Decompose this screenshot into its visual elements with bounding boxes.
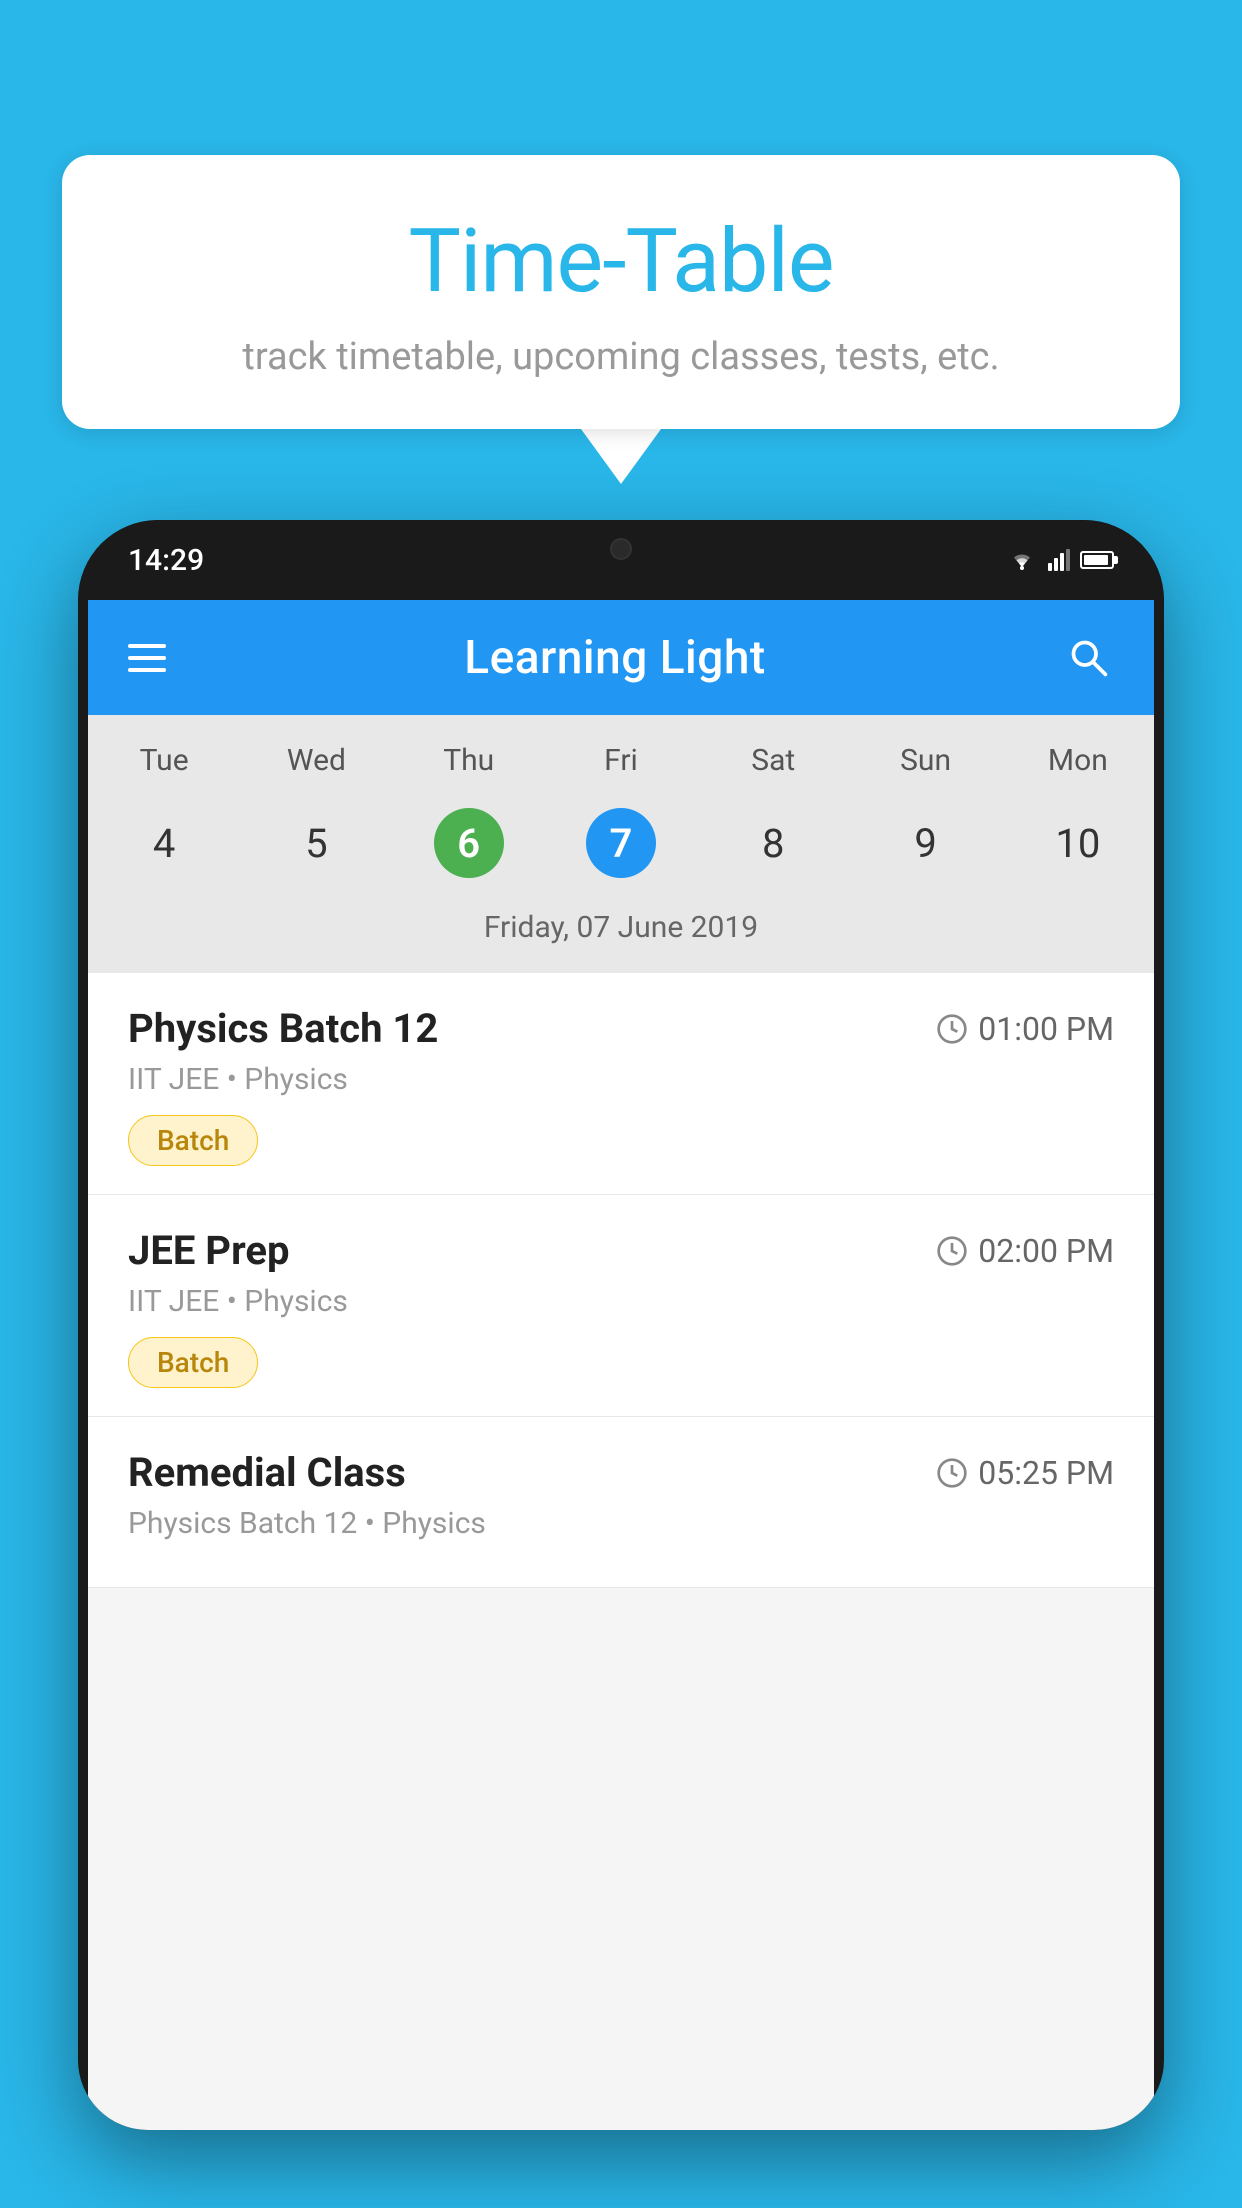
phone-status-icons (1006, 549, 1114, 571)
calendar-date-circle-6: 6 (434, 808, 504, 878)
calendar-date-4[interactable]: 4 (88, 796, 240, 890)
calendar-date-9[interactable]: 9 (849, 796, 1001, 890)
calendar-current-date-label: Friday, 07 June 2019 (88, 902, 1154, 963)
schedule-item-2-title: JEE Prep (128, 1227, 289, 1274)
search-button[interactable] (1064, 633, 1114, 683)
speech-bubble-title: Time-Table (122, 210, 1120, 313)
schedule-item-3[interactable]: Remedial Class 05:25 PM Physics Batch 12… (88, 1417, 1154, 1588)
calendar-date-10[interactable]: 10 (1002, 796, 1154, 890)
battery-icon (1080, 551, 1114, 569)
schedule-item-1-header: Physics Batch 12 01:00 PM (128, 1005, 1114, 1052)
calendar-day-wed: Wed (240, 735, 392, 786)
phone-screen: Learning Light Tue Wed Thu Fri Sat Sun (88, 600, 1154, 2130)
phone-status-bar: 14:29 (78, 520, 1164, 600)
clock-icon-3 (936, 1457, 968, 1489)
schedule-item-3-header: Remedial Class 05:25 PM (128, 1449, 1114, 1496)
wifi-icon (1006, 549, 1038, 571)
schedule-item-1-subtitle: IIT JEE • Physics (128, 1062, 1114, 1097)
schedule-item-1[interactable]: Physics Batch 12 01:00 PM IIT JEE • Phys… (88, 973, 1154, 1195)
schedule-item-1-time: 01:00 PM (978, 1010, 1114, 1048)
speech-bubble-container: Time-Table track timetable, upcoming cla… (62, 155, 1180, 484)
calendar-section: Tue Wed Thu Fri Sat Sun Mon 4 5 6 7 (88, 715, 1154, 973)
calendar-days-row: Tue Wed Thu Fri Sat Sun Mon (88, 735, 1154, 786)
calendar-day-mon: Mon (1002, 735, 1154, 786)
schedule-item-3-title: Remedial Class (128, 1449, 406, 1496)
calendar-day-sat: Sat (697, 735, 849, 786)
schedule-item-1-badge: Batch (128, 1115, 258, 1166)
speech-bubble-subtitle: track timetable, upcoming classes, tests… (122, 335, 1120, 379)
schedule-item-1-time-container: 01:00 PM (936, 1010, 1114, 1048)
phone-notch (541, 520, 701, 575)
hamburger-line-1 (128, 644, 166, 648)
clock-icon-1 (936, 1013, 968, 1045)
app-title: Learning Light (464, 631, 766, 685)
search-icon (1066, 635, 1111, 680)
schedule-item-2-badge: Batch (128, 1337, 258, 1388)
calendar-date-6[interactable]: 6 (393, 796, 545, 890)
phone-container: 14:29 (78, 520, 1164, 2208)
hamburger-line-2 (128, 656, 166, 660)
phone-camera (610, 538, 632, 560)
speech-bubble-arrow (581, 429, 661, 484)
hamburger-menu-button[interactable] (128, 644, 166, 672)
hamburger-line-3 (128, 668, 166, 672)
schedule-item-2-header: JEE Prep 02:00 PM (128, 1227, 1114, 1274)
speech-bubble: Time-Table track timetable, upcoming cla… (62, 155, 1180, 429)
schedule-item-2-subtitle: IIT JEE • Physics (128, 1284, 1114, 1319)
calendar-date-7[interactable]: 7 (545, 796, 697, 890)
calendar-day-thu: Thu (393, 735, 545, 786)
calendar-dates-row: 4 5 6 7 8 9 10 (88, 796, 1154, 890)
schedule-item-2-time-container: 02:00 PM (936, 1232, 1114, 1270)
schedule-list: Physics Batch 12 01:00 PM IIT JEE • Phys… (88, 973, 1154, 1588)
schedule-item-1-title: Physics Batch 12 (128, 1005, 438, 1052)
schedule-item-3-subtitle: Physics Batch 12 • Physics (128, 1506, 1114, 1541)
clock-icon-2 (936, 1235, 968, 1267)
schedule-item-3-time: 05:25 PM (978, 1454, 1114, 1492)
status-time: 14:29 (128, 543, 204, 578)
schedule-item-2[interactable]: JEE Prep 02:00 PM IIT JEE • Physics Batc… (88, 1195, 1154, 1417)
schedule-item-2-time: 02:00 PM (978, 1232, 1114, 1270)
phone-frame: 14:29 (78, 520, 1164, 2130)
schedule-item-3-time-container: 05:25 PM (936, 1454, 1114, 1492)
calendar-date-8[interactable]: 8 (697, 796, 849, 890)
app-header: Learning Light (88, 600, 1154, 715)
calendar-day-sun: Sun (849, 735, 1001, 786)
calendar-day-fri: Fri (545, 735, 697, 786)
signal-icon (1048, 549, 1070, 571)
calendar-day-tue: Tue (88, 735, 240, 786)
calendar-date-5[interactable]: 5 (240, 796, 392, 890)
calendar-date-circle-7: 7 (586, 808, 656, 878)
